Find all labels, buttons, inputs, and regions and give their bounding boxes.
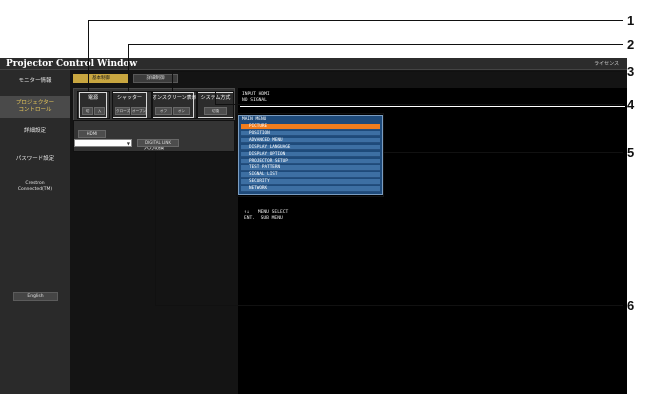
license-link[interactable]: ライセンス — [594, 58, 619, 70]
sidebar-item-detailed-settings[interactable]: 詳細設定 — [0, 126, 70, 136]
leader-line — [155, 305, 623, 306]
leader-line — [155, 152, 156, 306]
callout-box-shutter — [112, 91, 152, 119]
callout-box-input — [73, 120, 235, 152]
callout-box-menu — [236, 113, 384, 197]
leader-line — [128, 44, 129, 91]
leader-line — [128, 44, 623, 45]
callout-number: 3 — [627, 64, 635, 79]
leader-line — [384, 152, 623, 153]
sidebar-item-password-settings[interactable]: パスワード設定 — [0, 154, 70, 164]
help-sub-menu: ENT. SUB MENU — [244, 216, 283, 221]
callout-number: 5 — [627, 145, 635, 160]
divider — [240, 106, 625, 107]
callout-number: 4 — [627, 97, 635, 112]
leader-line — [215, 91, 216, 104]
sidebar: モニター情報 プロジェクター コントロール 詳細設定 パスワード設定 Crest… — [0, 70, 70, 394]
tab-basic-control[interactable]: 基本制御 — [73, 74, 129, 83]
window-title: Projector Control Window — [6, 59, 138, 69]
sidebar-item-monitor-info[interactable]: モニター情報 — [0, 76, 70, 86]
window-header: Projector Control Window ライセンス — [0, 58, 627, 70]
leader-line — [172, 71, 173, 91]
callout-box-osd — [152, 91, 197, 119]
callout-number: 1 — [627, 13, 635, 28]
leader-line — [172, 71, 623, 72]
sidebar-item-projector-control[interactable]: プロジェクター コントロール — [0, 96, 70, 118]
language-button[interactable]: English — [13, 292, 58, 301]
callout-number: 2 — [627, 37, 635, 52]
sidebar-item-crestron[interactable]: Crestron Connected(TM) — [0, 181, 70, 197]
leader-line — [215, 104, 623, 105]
leader-line — [88, 20, 623, 21]
callout-box-power — [77, 91, 110, 119]
callout-number: 6 — [627, 298, 635, 313]
leader-line — [88, 20, 89, 91]
